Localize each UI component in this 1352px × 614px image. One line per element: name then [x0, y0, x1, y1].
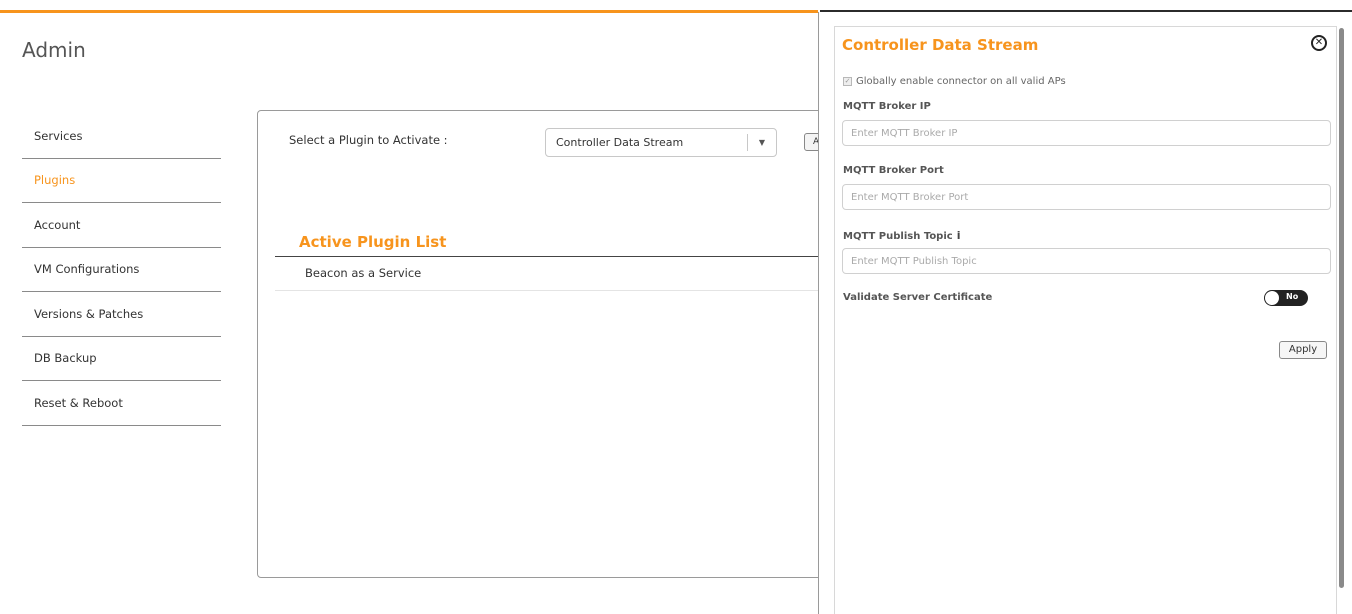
page-title: Admin [22, 38, 86, 62]
global-enable-label: Globally enable connector on all valid A… [856, 76, 1066, 87]
broker-port-label: MQTT Broker Port [843, 165, 944, 176]
plugin-select-value: Controller Data Stream [556, 136, 684, 149]
plugins-panel [257, 110, 837, 578]
drawer-title: Controller Data Stream [842, 36, 1039, 54]
validate-cert-toggle[interactable]: No [1264, 290, 1308, 306]
sidebar-item-account[interactable]: Account [22, 203, 221, 248]
sidebar-item-plugins[interactable]: Plugins [22, 159, 221, 203]
toggle-state-text: No [1286, 292, 1299, 301]
sidebar-item-vm-configurations[interactable]: VM Configurations [22, 248, 221, 292]
drawer-frame [834, 26, 1337, 614]
broker-ip-input[interactable] [842, 120, 1331, 146]
drawer-scrollbar[interactable] [1339, 28, 1344, 588]
select-plugin-label: Select a Plugin to Activate : [289, 133, 448, 147]
apply-button[interactable]: Apply [1279, 341, 1327, 359]
broker-port-input[interactable] [842, 184, 1331, 210]
sidebar-item-db-backup[interactable]: DB Backup [22, 337, 221, 381]
admin-page: Admin Services Plugins Account VM Config… [0, 0, 1352, 614]
sidebar-item-reset-reboot[interactable]: Reset & Reboot [22, 381, 221, 426]
chevron-down-icon[interactable]: ▼ [748, 138, 776, 147]
broker-ip-label: MQTT Broker IP [843, 101, 931, 112]
info-icon[interactable]: i [957, 229, 961, 242]
list-item[interactable]: Beacon as a Service [275, 258, 820, 291]
toggle-knob [1265, 291, 1279, 305]
close-icon[interactable]: ✕ [1311, 35, 1327, 51]
publish-topic-label-row: MQTT Publish Topic i [843, 229, 960, 242]
plugin-list-divider [275, 256, 820, 257]
active-plugin-list-title: Active Plugin List [299, 233, 447, 251]
top-accent-bar [0, 10, 818, 13]
sidebar: Services Plugins Account VM Configuratio… [22, 114, 221, 426]
sidebar-item-services[interactable]: Services [22, 114, 221, 159]
publish-topic-label: MQTT Publish Topic [843, 231, 953, 242]
publish-topic-input[interactable] [842, 248, 1331, 274]
plugin-select[interactable]: Controller Data Stream ▼ [545, 128, 777, 157]
global-enable-row: ✓ Globally enable connector on all valid… [843, 76, 1066, 87]
validate-cert-label: Validate Server Certificate [843, 292, 993, 303]
sidebar-item-versions-patches[interactable]: Versions & Patches [22, 292, 221, 337]
global-enable-checkbox[interactable]: ✓ [843, 77, 852, 86]
